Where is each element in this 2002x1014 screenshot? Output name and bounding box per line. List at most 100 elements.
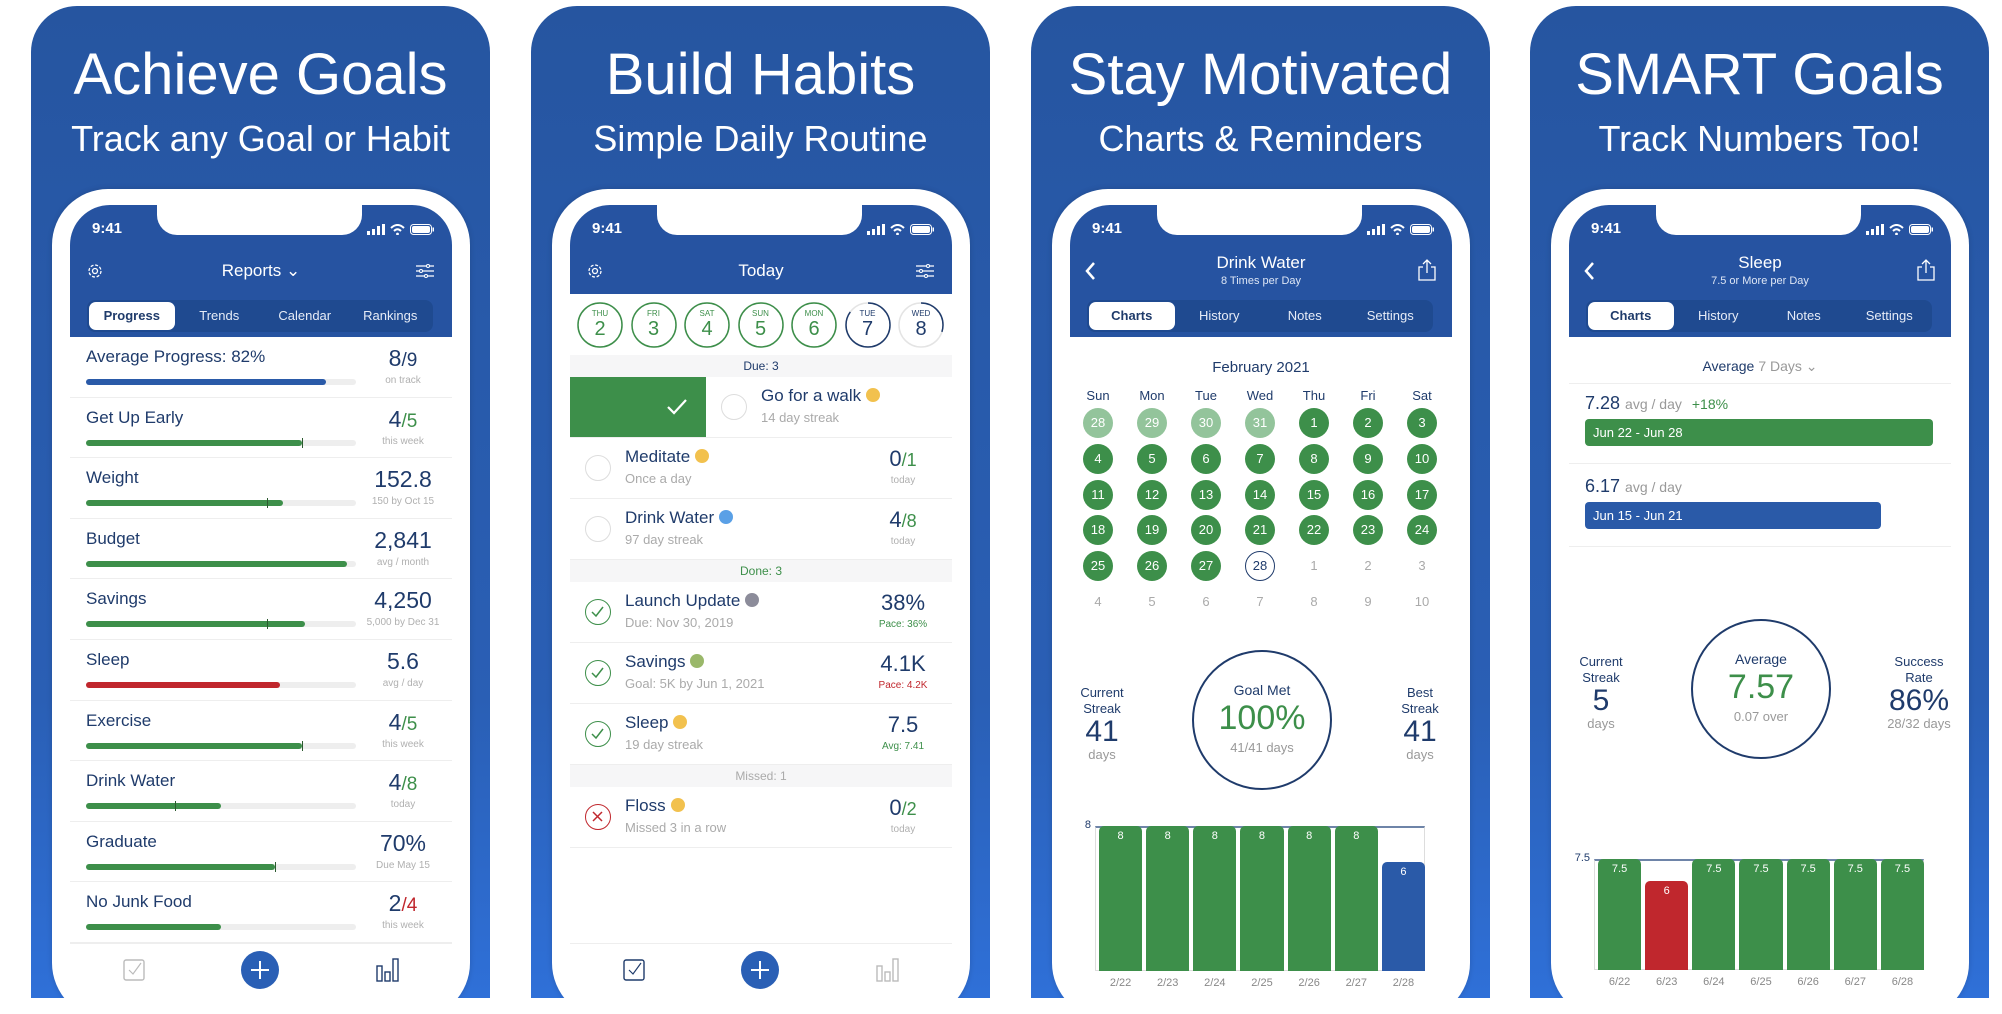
calendar-day[interactable]: 7	[1245, 443, 1275, 474]
header-title[interactable]: Reports ⌄	[70, 261, 452, 281]
day-circle[interactable]: FRI 3	[630, 301, 678, 349]
chart-bar[interactable]: 8	[1240, 826, 1284, 971]
tab-notes[interactable]: Notes	[1262, 300, 1348, 332]
tab-charts[interactable]: Charts	[1089, 302, 1175, 330]
habit-row[interactable]: Floss Missed 3 in a row 0/2 today	[570, 787, 952, 848]
calendar-day[interactable]: 7	[1245, 587, 1275, 617]
tab-history[interactable]: History	[1177, 300, 1263, 332]
calendar-day[interactable]: 31	[1245, 408, 1275, 438]
list-item[interactable]: Get Up Early 4/5 this week	[70, 398, 452, 459]
calendar-day[interactable]: 4	[1083, 587, 1113, 617]
calendar-day[interactable]: 20	[1191, 515, 1221, 546]
calendar-day[interactable]: 11	[1083, 479, 1113, 510]
habit-row[interactable]: Savings Goal: 5K by Jun 1, 2021 4.1K Pace: …	[570, 643, 952, 704]
chart-bar[interactable]: 7.5	[1786, 859, 1830, 970]
calendar-day[interactable]: 9	[1353, 443, 1383, 474]
average-bar[interactable]: Jun 22 - Jun 28	[1585, 419, 1933, 446]
list-item[interactable]: Graduate 70% Due May 15	[70, 822, 452, 883]
tab-history[interactable]: History	[1676, 300, 1762, 332]
chart-bar[interactable]: 7.5	[1692, 859, 1736, 970]
chart-bar[interactable]: 6	[1381, 862, 1425, 971]
done-check-icon[interactable]	[585, 599, 611, 625]
day-circle[interactable]: TUE 7	[844, 301, 892, 349]
calendar-day[interactable]: 14	[1245, 479, 1275, 510]
calendar-day[interactable]: 10	[1407, 587, 1437, 617]
checkbox-icon[interactable]	[623, 959, 645, 981]
day-circle[interactable]: WED 8	[897, 301, 945, 349]
tab-calendar[interactable]: Calendar	[262, 300, 348, 332]
calendar-day[interactable]: 2	[1353, 551, 1383, 581]
calendar-day[interactable]: 6	[1191, 443, 1221, 474]
calendar-day[interactable]: 19	[1137, 515, 1167, 546]
tab-progress[interactable]: Progress	[89, 302, 175, 330]
calendar-day[interactable]: 13	[1191, 479, 1221, 510]
chart-bar[interactable]: 8	[1146, 826, 1190, 971]
chart-bar[interactable]: 7.5	[1833, 859, 1877, 970]
calendar-day[interactable]: 30	[1191, 408, 1221, 438]
tab-notes[interactable]: Notes	[1761, 300, 1847, 332]
chart-bar[interactable]: 8	[1193, 826, 1237, 971]
average-bar[interactable]: Jun 15 - Jun 21	[1585, 502, 1881, 529]
calendar-day[interactable]: 21	[1245, 515, 1275, 546]
period-dropdown[interactable]: Average 7 Days ⌄	[1569, 358, 1951, 375]
calendar-day[interactable]: 3	[1407, 551, 1437, 581]
calendar-day[interactable]: 2	[1353, 408, 1383, 438]
calendar-day[interactable]: 17	[1407, 479, 1437, 510]
day-circle[interactable]: THU 2	[576, 301, 624, 349]
tab-settings[interactable]: Settings	[1348, 300, 1434, 332]
tab-settings[interactable]: Settings	[1847, 300, 1933, 332]
list-item[interactable]: No Junk Food 2/4 this week	[70, 882, 452, 943]
gear-icon[interactable]	[586, 262, 604, 280]
chart-bar[interactable]: 8	[1334, 826, 1378, 971]
calendar-day[interactable]: 3	[1407, 408, 1437, 438]
missed-x-icon[interactable]	[585, 804, 611, 830]
calendar-day[interactable]: 26	[1137, 551, 1167, 582]
bar-chart-icon[interactable]	[376, 958, 400, 982]
habit-row[interactable]: Launch Update Due: Nov 30, 2019 38% Pace: 3…	[570, 582, 952, 643]
calendar-day[interactable]: 1	[1299, 408, 1329, 438]
chart-bar[interactable]: 6	[1645, 881, 1689, 970]
share-icon[interactable]	[1418, 259, 1436, 281]
calendar-day[interactable]: 9	[1353, 587, 1383, 617]
calendar-day[interactable]: 5	[1137, 443, 1167, 474]
habit-row[interactable]: Meditate Once a day 0/1 today	[570, 438, 952, 499]
checkbox-circle[interactable]	[585, 455, 611, 481]
chart-bar[interactable]: 7.5	[1739, 859, 1783, 970]
calendar-day[interactable]: 24	[1407, 515, 1437, 546]
chart-bar[interactable]: 7.5	[1598, 859, 1642, 970]
day-circle[interactable]: SAT 4	[683, 301, 731, 349]
calendar-day[interactable]: 18	[1083, 515, 1113, 546]
done-check-icon[interactable]	[585, 660, 611, 686]
calendar-day[interactable]: 27	[1191, 551, 1221, 582]
calendar-day[interactable]: 4	[1083, 443, 1113, 474]
list-item[interactable]: Average Progress: 82% 8/9 on track	[70, 337, 452, 398]
gear-icon[interactable]	[86, 262, 104, 280]
day-circle[interactable]: SUN 5	[737, 301, 785, 349]
chart-bar[interactable]: 8	[1287, 826, 1331, 971]
list-item[interactable]: Weight 152.8 150 by Oct 15	[70, 458, 452, 519]
calendar-day[interactable]: 16	[1353, 479, 1383, 510]
add-icon[interactable]	[741, 951, 779, 989]
tab-trends[interactable]: Trends	[177, 300, 263, 332]
calendar-day[interactable]: 5	[1137, 587, 1167, 617]
bar-chart-icon[interactable]	[876, 958, 900, 982]
calendar-day[interactable]: 28	[1083, 408, 1113, 438]
share-icon[interactable]	[1917, 259, 1935, 281]
habit-row[interactable]: Go for a walk 14 day streak	[570, 377, 952, 438]
calendar-day[interactable]: 8	[1299, 443, 1329, 474]
checkbox-icon[interactable]	[123, 959, 145, 981]
calendar-day[interactable]: 28	[1245, 551, 1275, 582]
chart-bar[interactable]: 7.5	[1880, 859, 1924, 970]
day-circle[interactable]: MON 6	[790, 301, 838, 349]
calendar-day[interactable]: 25	[1083, 551, 1113, 582]
calendar-day[interactable]: 8	[1299, 587, 1329, 617]
add-icon[interactable]	[241, 951, 279, 989]
calendar-day[interactable]: 6	[1191, 587, 1221, 617]
calendar-day[interactable]: 12	[1137, 479, 1167, 510]
calendar-day[interactable]: 22	[1299, 515, 1329, 546]
calendar-day[interactable]: 15	[1299, 479, 1329, 510]
sliders-icon[interactable]	[916, 263, 934, 279]
checkbox-circle[interactable]	[585, 516, 611, 542]
back-chevron-icon[interactable]	[1583, 261, 1595, 281]
sliders-icon[interactable]	[416, 263, 434, 279]
